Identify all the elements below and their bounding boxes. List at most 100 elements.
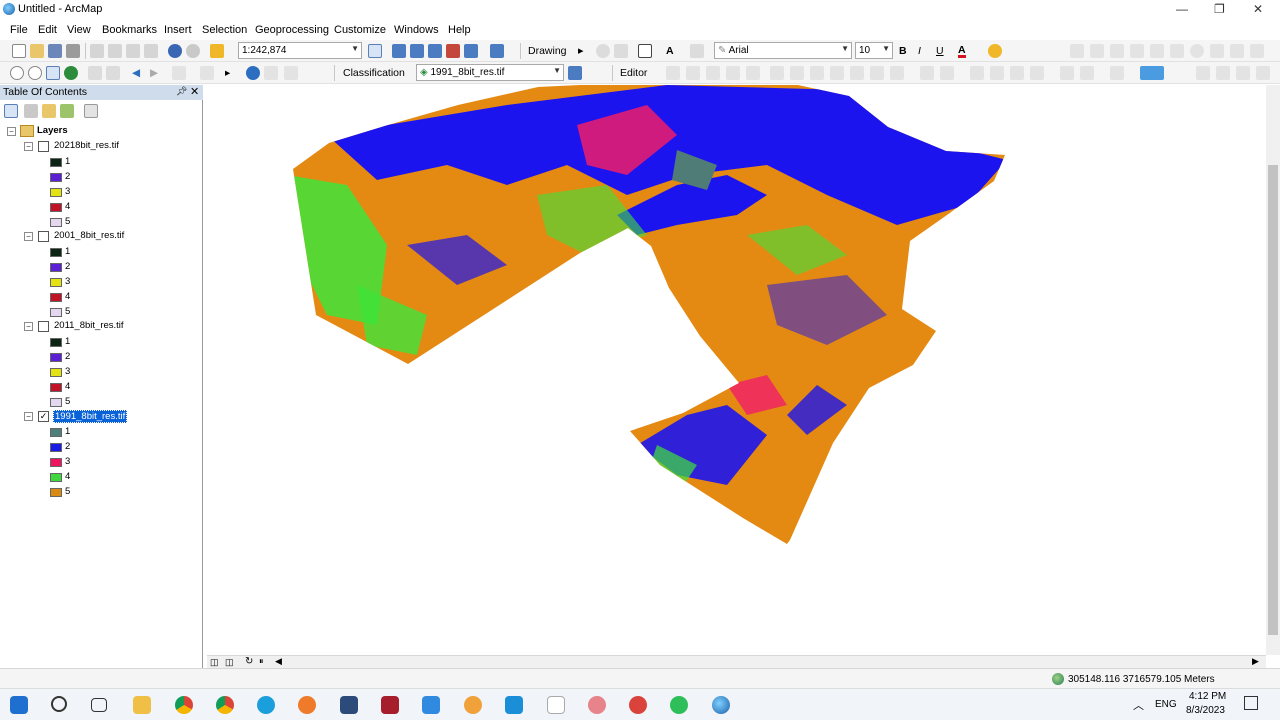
sketch-properties-icon[interactable] xyxy=(870,66,884,80)
close-button[interactable]: ✕ xyxy=(1253,2,1263,16)
create-features-icon[interactable] xyxy=(890,66,904,80)
add-data-icon[interactable] xyxy=(210,44,224,58)
legend-class-row[interactable]: 3 xyxy=(50,365,110,380)
menu-edit[interactable]: Edit xyxy=(38,24,57,36)
editor-toolbar-icon[interactable] xyxy=(368,44,382,58)
edge-icon[interactable] xyxy=(257,696,275,714)
globe-tool-icon[interactable] xyxy=(1190,44,1204,58)
scroll-left-icon[interactable]: ◀ xyxy=(275,656,282,667)
legend-swatch[interactable] xyxy=(50,278,62,287)
active-layer-combo[interactable]: ◈ 1991_8bit_res.tif ▼ xyxy=(416,64,564,81)
clock-date[interactable]: 8/3/2023 xyxy=(1186,705,1225,716)
notification-icon[interactable] xyxy=(1244,696,1258,710)
legend-class-row[interactable]: 1 xyxy=(50,425,110,440)
legend-swatch[interactable] xyxy=(50,188,62,197)
scroll-right-icon[interactable]: ▶ xyxy=(1252,656,1259,667)
menu-insert[interactable]: Insert xyxy=(164,24,192,36)
layer-visibility-checkbox[interactable]: ✓ xyxy=(38,411,49,422)
collapse-icon[interactable]: − xyxy=(24,412,33,421)
menu-selection[interactable]: Selection xyxy=(202,24,247,36)
file-explorer-icon[interactable] xyxy=(133,696,151,714)
options-icon[interactable] xyxy=(84,104,98,118)
menu-customize[interactable]: Customize xyxy=(334,24,386,36)
legend-swatch[interactable] xyxy=(50,473,62,482)
rotate-tool-icon[interactable] xyxy=(790,66,804,80)
training-sample-manager-icon[interactable] xyxy=(568,66,582,80)
endpoint-arc-icon[interactable] xyxy=(726,66,740,80)
attributes-icon[interactable] xyxy=(850,66,864,80)
spatial-adjust-3-icon[interactable] xyxy=(1010,66,1024,80)
catalog-window-icon[interactable] xyxy=(410,44,424,58)
color-swatch-icon[interactable] xyxy=(1140,66,1164,80)
undo-icon[interactable] xyxy=(168,44,182,58)
clock-time[interactable]: 4:12 PM xyxy=(1189,691,1226,702)
legend-class-row[interactable]: 1 xyxy=(50,155,110,170)
snapping-icon[interactable] xyxy=(1070,44,1084,58)
clear-selection-icon[interactable] xyxy=(200,66,214,80)
layer-name[interactable]: 20218bit_res.tif xyxy=(53,140,120,151)
layer-visibility-checkbox[interactable] xyxy=(38,141,49,152)
legend-swatch[interactable] xyxy=(50,443,62,452)
spatial-adjust-icon[interactable] xyxy=(970,66,984,80)
reshape-icon[interactable] xyxy=(830,66,844,80)
topology-3-icon[interactable] xyxy=(1110,66,1124,80)
georef-scale-icon[interactable] xyxy=(940,66,954,80)
layer-row[interactable]: − 2001_8bit_res.tif xyxy=(22,230,197,245)
collapse-icon[interactable]: − xyxy=(24,142,33,151)
legend-class-row[interactable]: 4 xyxy=(50,290,110,305)
refresh-icon[interactable]: ↻ xyxy=(245,656,253,667)
chrome-icon[interactable] xyxy=(175,696,193,714)
snapping-vertex-icon[interactable] xyxy=(1130,44,1144,58)
topology-2-icon[interactable] xyxy=(1080,66,1094,80)
collapse-icon[interactable]: − xyxy=(24,232,33,241)
zoom-in-icon[interactable] xyxy=(10,66,24,80)
transparency-icon[interactable] xyxy=(1256,66,1270,80)
legend-swatch[interactable] xyxy=(50,398,62,407)
classification-menu[interactable]: Classification xyxy=(343,67,405,79)
spatial-adjust-2-icon[interactable] xyxy=(990,66,1004,80)
layer-row[interactable]: − ✓ 1991_8bit_res.tif xyxy=(22,410,197,425)
zoom-out-icon[interactable] xyxy=(28,66,42,80)
redo-icon[interactable] xyxy=(186,44,200,58)
drawing-menu[interactable]: Drawing xyxy=(528,45,567,57)
legend-class-row[interactable]: 3 xyxy=(50,185,110,200)
back-arrow-icon[interactable]: ◀ xyxy=(132,67,140,79)
list-by-visibility-icon[interactable] xyxy=(42,104,56,118)
layers-root[interactable]: − Layers xyxy=(5,125,195,140)
tray-chevron-up-icon[interactable]: ︿ xyxy=(1133,697,1144,713)
legend-class-row[interactable]: 5 xyxy=(50,305,110,320)
minimize-button[interactable]: — xyxy=(1176,2,1188,16)
data-view-icon[interactable]: ◫ xyxy=(210,657,219,668)
menu-help[interactable]: Help xyxy=(448,24,471,36)
forward-arrow-icon[interactable]: ▶ xyxy=(150,67,158,79)
layer-row[interactable]: − 2011_8bit_res.tif xyxy=(22,320,197,335)
legend-swatch[interactable] xyxy=(50,203,62,212)
collapse-icon[interactable]: − xyxy=(24,322,33,331)
snapping-end-icon[interactable] xyxy=(1110,44,1124,58)
copy-icon[interactable] xyxy=(108,44,122,58)
input-language[interactable]: ENG xyxy=(1155,699,1177,710)
edit-tool-icon[interactable] xyxy=(666,66,680,80)
snapping-point-icon[interactable] xyxy=(1090,44,1104,58)
save-icon[interactable] xyxy=(48,44,62,58)
table-of-contents-icon[interactable] xyxy=(392,44,406,58)
fill-color-icon[interactable] xyxy=(988,44,1002,58)
legend-class-row[interactable]: 2 xyxy=(50,440,110,455)
legend-class-row[interactable]: 5 xyxy=(50,395,110,410)
map-scale-combo[interactable]: 1:242,874 ▼ xyxy=(238,42,362,59)
underline-button[interactable]: U xyxy=(936,45,944,57)
legend-swatch[interactable] xyxy=(50,263,62,272)
legend-class-row[interactable]: 4 xyxy=(50,200,110,215)
trace-icon[interactable] xyxy=(746,66,760,80)
legend-swatch[interactable] xyxy=(50,173,62,182)
split-tool-icon[interactable] xyxy=(770,66,784,80)
layer-row[interactable]: − 20218bit_res.tif xyxy=(22,140,197,155)
chrome-2-icon[interactable] xyxy=(216,696,234,714)
layer-visibility-checkbox[interactable] xyxy=(38,321,49,332)
legend-class-row[interactable]: 2 xyxy=(50,170,110,185)
app-circle-red-icon[interactable] xyxy=(629,696,647,714)
edit-annotation-icon[interactable] xyxy=(686,66,700,80)
identify-icon[interactable] xyxy=(246,66,260,80)
layer-name[interactable]: 2011_8bit_res.tif xyxy=(53,320,125,331)
app-red-icon[interactable] xyxy=(381,696,399,714)
